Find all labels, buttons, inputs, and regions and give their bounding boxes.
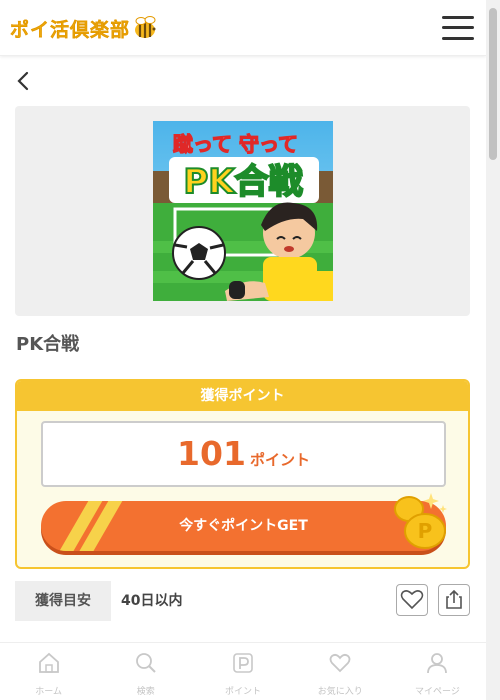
points-unit: ポイント — [249, 451, 310, 469]
svg-text:P: P — [418, 519, 433, 543]
get-points-button-label: 今すぐポイントGET — [179, 518, 308, 534]
header: ポイ活倶楽部 — [0, 0, 486, 56]
nav-home[interactable]: ホーム — [0, 643, 97, 700]
points-display: 101 ポイント — [41, 421, 446, 487]
estimate-value: 40日以内 — [121, 593, 183, 609]
nav-search[interactable]: 検索 — [97, 643, 194, 700]
nav-mypage[interactable]: マイページ — [389, 643, 486, 700]
share-icon — [446, 589, 462, 609]
home-icon — [38, 652, 59, 673]
game-image-title-top: 蹴って 守って — [173, 132, 298, 156]
logo-text: ポイ活倶楽部 — [10, 18, 131, 41]
bottom-nav: ホーム 検索 ポイント お気に入り マイページ — [0, 642, 486, 700]
nav-mypage-label: マイページ — [415, 687, 460, 697]
back-button[interactable] — [12, 66, 36, 96]
hero-panel: 蹴って 守って PK合戦 — [15, 106, 470, 316]
nav-points-label: ポイント — [225, 687, 262, 697]
nav-home-label: ホーム — [35, 687, 62, 697]
nav-search-label: 検索 — [136, 687, 155, 697]
estimate-label: 獲得目安 — [15, 581, 111, 621]
hamburger-menu-icon[interactable] — [442, 14, 474, 42]
game-title: PK合戦 — [16, 334, 80, 355]
heart-icon — [400, 590, 424, 610]
scrollbar-thumb[interactable] — [489, 8, 497, 160]
get-points-button[interactable]: 今すぐポイントGET — [41, 501, 446, 551]
points-card: 獲得ポイント 101 ポイント 今すぐポイントGET P — [15, 379, 470, 569]
search-icon — [135, 653, 156, 673]
nav-points[interactable]: ポイント — [194, 643, 291, 700]
game-image-title-main: PK合戦 — [183, 162, 302, 202]
game-thumbnail: 蹴って 守って PK合戦 — [153, 121, 333, 301]
bee-icon — [135, 16, 156, 38]
nav-favorites-label: お気に入り — [317, 687, 363, 697]
coin-icon: P — [394, 493, 447, 549]
points-value: 101 — [177, 434, 246, 473]
chevron-left-icon — [17, 71, 29, 91]
logo[interactable]: ポイ活倶楽部 — [10, 14, 158, 42]
points-card-header: 獲得ポイント — [17, 381, 468, 411]
heart-icon — [329, 653, 351, 673]
user-icon — [427, 653, 448, 674]
scrollbar[interactable] — [486, 0, 500, 700]
point-icon — [233, 653, 253, 673]
share-button[interactable] — [438, 584, 470, 616]
favorite-button[interactable] — [396, 584, 428, 616]
nav-favorites[interactable]: お気に入り — [292, 643, 389, 700]
